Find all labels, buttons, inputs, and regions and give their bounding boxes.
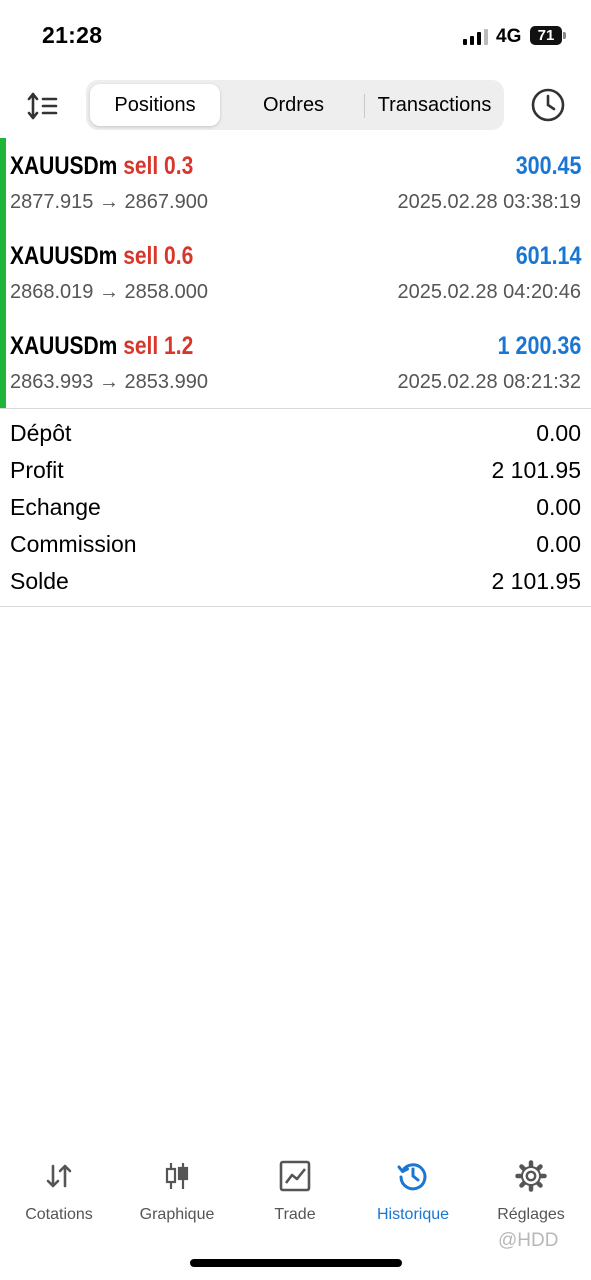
- summary-row-profit: Profit 2 101.95: [0, 453, 591, 490]
- clock-icon[interactable]: [529, 86, 567, 124]
- position-profit: 1 200.36: [497, 332, 581, 360]
- segment-divider: [364, 94, 365, 118]
- symbol-name: XAUUSDm: [10, 242, 118, 270]
- arrows-updown-icon: [46, 1164, 72, 1188]
- network-label: 4G: [496, 26, 522, 47]
- bottom-tab-bar: Cotations Graphique Trade Historique Rég…: [0, 1150, 591, 1240]
- segmented-control: Positions Ordres Transactions: [86, 80, 504, 130]
- position-prices: 2877.915 → 2867.900: [10, 191, 208, 213]
- position-profit: 601.14: [515, 242, 581, 270]
- summary-value: 2 101.95: [491, 457, 581, 483]
- position-symbol: XAUUSDm sell 1.2: [10, 332, 193, 361]
- battery-tip: [563, 32, 566, 39]
- gear-icon: [515, 1160, 547, 1192]
- summary-label: Commission: [10, 531, 137, 557]
- summary-label: Solde: [10, 568, 69, 594]
- watermark: @HDD: [498, 1230, 559, 1251]
- position-row[interactable]: XAUUSDm sell 0.6 601.14 2868.019 → 2858.…: [0, 228, 591, 318]
- tab-label: Graphique: [139, 1206, 215, 1223]
- position-side: sell 0.6: [123, 242, 194, 270]
- summary-row-commission: Commission 0.00: [0, 527, 591, 564]
- summary-value: 0.00: [536, 420, 581, 446]
- battery-icon: 71: [530, 26, 562, 45]
- tab-transactions[interactable]: Transactions: [367, 84, 502, 126]
- tab-label: Historique: [376, 1206, 450, 1223]
- position-symbol: XAUUSDm sell 0.3: [10, 152, 193, 181]
- position-symbol: XAUUSDm sell 0.6: [10, 242, 193, 271]
- summary-label: Profit: [10, 457, 64, 483]
- position-time: 2025.02.28 03:38:19: [397, 191, 581, 213]
- tab-historique[interactable]: Historique: [354, 1150, 472, 1240]
- home-indicator: [190, 1259, 402, 1267]
- positions-list: XAUUSDm sell 0.3 300.45 2877.915 → 2867.…: [0, 138, 591, 408]
- summary-value: 0.00: [536, 531, 581, 557]
- history-icon: [397, 1163, 427, 1191]
- tab-trade[interactable]: Trade: [236, 1150, 354, 1240]
- divider: [0, 606, 591, 607]
- tab-ordres[interactable]: Ordres: [226, 84, 361, 126]
- symbol-name: XAUUSDm: [10, 152, 118, 180]
- trade-chart-icon: [279, 1160, 311, 1192]
- summary-value: 2 101.95: [491, 568, 581, 594]
- position-side: sell 0.3: [123, 152, 194, 180]
- position-time: 2025.02.28 04:20:46: [397, 281, 581, 303]
- position-row[interactable]: XAUUSDm sell 0.3 300.45 2877.915 → 2867.…: [0, 138, 591, 228]
- tab-reglages[interactable]: Réglages: [472, 1150, 590, 1240]
- position-time: 2025.02.28 08:21:32: [397, 371, 581, 393]
- summary-row-depot: Dépôt 0.00: [0, 416, 591, 453]
- toolbar: Positions Ordres Transactions: [0, 78, 591, 132]
- summary-row-echange: Echange 0.00: [0, 490, 591, 527]
- divider: [0, 408, 591, 409]
- tab-graphique[interactable]: Graphique: [118, 1150, 236, 1240]
- summary-value: 0.00: [536, 494, 581, 520]
- tab-cotations[interactable]: Cotations: [0, 1150, 118, 1240]
- tab-label: Trade: [274, 1206, 316, 1223]
- summary-label: Echange: [10, 494, 101, 520]
- status-time: 21:28: [42, 22, 103, 48]
- symbol-name: XAUUSDm: [10, 332, 118, 360]
- cellular-signal-icon: [463, 29, 488, 45]
- position-side: sell 1.2: [123, 332, 194, 360]
- tab-positions[interactable]: Positions: [90, 84, 220, 126]
- candlestick-icon: [165, 1163, 189, 1189]
- tab-label: Cotations: [25, 1206, 93, 1223]
- position-prices: 2863.993 → 2853.990: [10, 371, 208, 393]
- position-profit: 300.45: [515, 152, 581, 180]
- status-bar: 21:28 4G 71: [0, 0, 591, 70]
- tab-label: Réglages: [497, 1206, 565, 1223]
- sort-icon[interactable]: [24, 86, 64, 126]
- position-prices: 2868.019 → 2858.000: [10, 281, 208, 303]
- summary-row-solde: Solde 2 101.95: [0, 564, 591, 601]
- position-row[interactable]: XAUUSDm sell 1.2 1 200.36 2863.993 → 285…: [0, 318, 591, 408]
- summary-label: Dépôt: [10, 420, 72, 446]
